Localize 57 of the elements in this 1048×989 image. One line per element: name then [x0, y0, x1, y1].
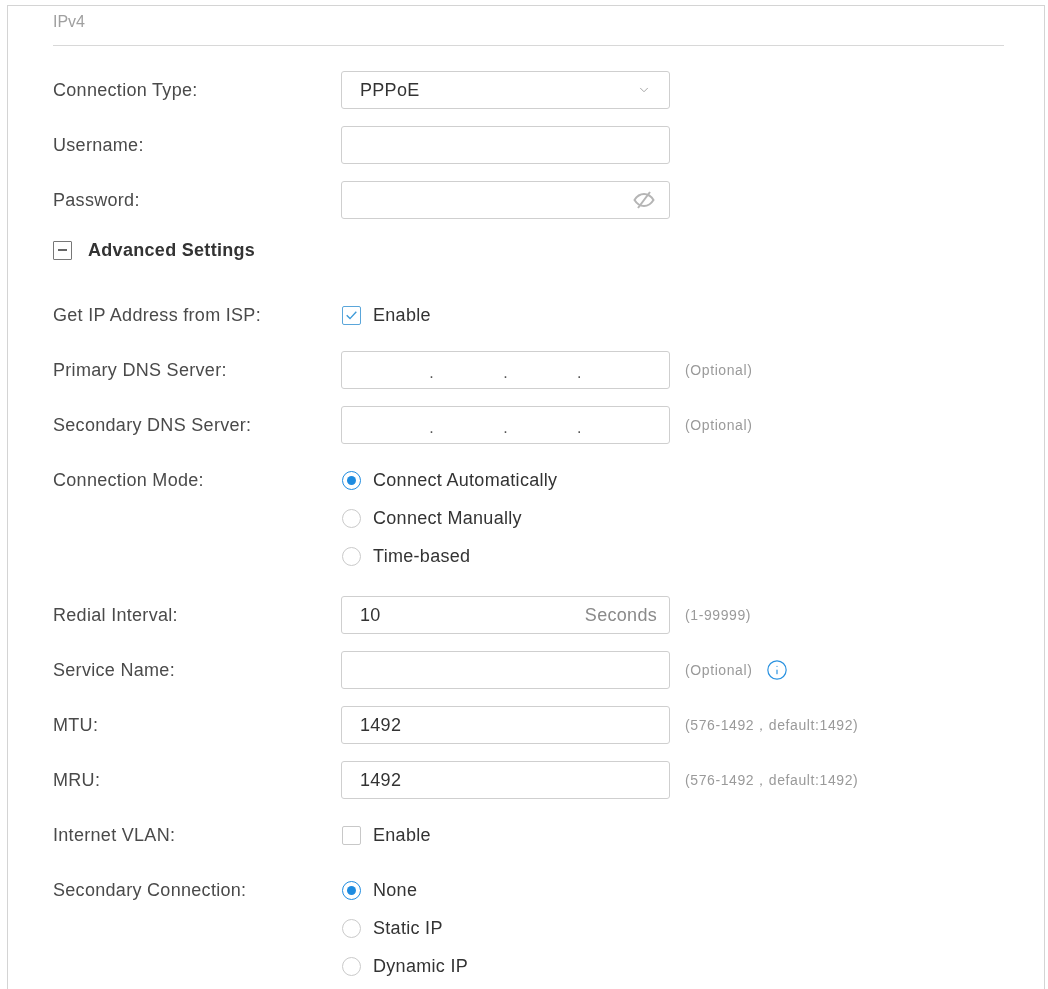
field-label: MRU: [53, 768, 101, 792]
dot-separator: . [577, 418, 582, 436]
section-toggle-label[interactable]: Advanced Settings [88, 236, 256, 264]
radio-button[interactable] [342, 470, 361, 490]
radio-button[interactable] [342, 918, 361, 938]
input-field[interactable]: 1492 [341, 706, 670, 744]
ip-address-field[interactable]: . . . [341, 351, 670, 389]
field-label: Connection Type: [53, 78, 198, 102]
dot-separator: . [503, 418, 508, 436]
field-label: Connection Mode: [53, 468, 204, 492]
radio-button[interactable] [342, 956, 361, 976]
password-field[interactable] [341, 181, 670, 219]
hint-text: (1-99999) [685, 605, 752, 625]
radio-button[interactable] [342, 880, 361, 900]
field-label: Password: [53, 188, 140, 212]
dot-separator: . [429, 418, 434, 436]
field-label: Service Name: [53, 658, 175, 682]
field-label: Secondary Connection: [53, 878, 247, 902]
input-field[interactable]: 10 Seconds [341, 596, 670, 634]
connection-type-select[interactable]: PPPoE [341, 71, 670, 109]
field-label: Primary DNS Server: [53, 358, 227, 382]
input-field[interactable] [341, 651, 670, 689]
radio-button[interactable] [342, 508, 361, 528]
radio-label[interactable]: Dynamic IP [373, 952, 469, 980]
field-label: Secondary DNS Server: [53, 413, 252, 437]
checkbox-label[interactable]: Enable [373, 821, 431, 849]
checkbox[interactable] [342, 305, 361, 325]
info-icon[interactable] [766, 659, 789, 681]
radio-label[interactable]: Static IP [373, 914, 443, 942]
checkbox[interactable] [342, 825, 361, 845]
radio-label[interactable]: None [373, 876, 418, 904]
dot-separator: . [429, 363, 434, 381]
dot-separator: . [577, 363, 582, 381]
hint-text: (576-1492，default:1492) [685, 770, 859, 790]
hint-text: (576-1492，default:1492) [685, 715, 859, 735]
checkbox-label[interactable]: Enable [373, 301, 431, 329]
hint-text: (Optional) [685, 360, 753, 380]
input-field[interactable]: 1492 [341, 761, 670, 799]
ip-address-field[interactable]: . . . [341, 406, 670, 444]
hint-text: (Optional) [685, 660, 753, 680]
field-label: Internet VLAN: [53, 823, 176, 847]
section-title: IPv4 [53, 12, 85, 32]
field-label: Get IP Address from ISP: [53, 303, 261, 327]
input-field[interactable] [341, 126, 670, 164]
field-label: Username: [53, 133, 144, 157]
hint-text: (Optional) [685, 415, 753, 435]
minus-box-icon[interactable] [53, 240, 72, 260]
radio-button[interactable] [342, 546, 361, 566]
dot-separator: . [503, 363, 508, 381]
check-icon [346, 310, 357, 320]
radio-label[interactable]: Connect Manually [373, 504, 522, 532]
field-label: Redial Interval: [53, 603, 178, 627]
field-label: MTU: [53, 713, 99, 737]
unit-label: Seconds [584, 603, 657, 627]
radio-label[interactable]: Connect Automatically [373, 466, 558, 494]
radio-label[interactable]: Time-based [373, 542, 471, 570]
eye-slash-icon[interactable] [633, 191, 655, 209]
